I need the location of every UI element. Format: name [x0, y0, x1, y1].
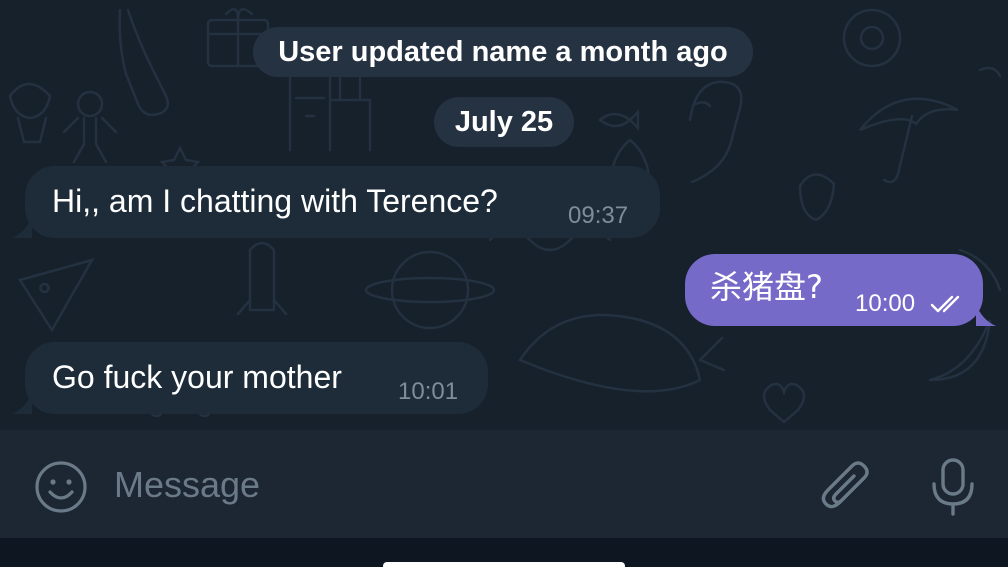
bubble-tail: [12, 216, 32, 238]
message-composer: [0, 430, 1008, 538]
voice-record-button[interactable]: [928, 456, 978, 518]
double-check-read-icon: [930, 295, 960, 313]
message-text: 杀猪盘?: [710, 268, 823, 306]
paperclip-icon: [821, 461, 869, 509]
bubble-tail: [12, 392, 32, 414]
message-time: 10:00: [855, 290, 916, 317]
message-text: Go fuck your mother: [52, 359, 342, 395]
incoming-message[interactable]: Go fuck your mother 10:01: [12, 342, 488, 414]
message-text: Hi,, am I chatting with Terence?: [52, 183, 498, 219]
system-navigation-bar: [0, 538, 1008, 567]
attach-button[interactable]: [820, 458, 874, 518]
message-time: 10:01: [398, 378, 459, 405]
microphone-icon: [932, 458, 974, 516]
bubble-tail: [976, 304, 996, 326]
chat-background[interactable]: User updated name a month ago July 25 Hi…: [0, 0, 1008, 430]
chat-screen: User updated name a month ago July 25 Hi…: [0, 0, 1008, 567]
service-message: User updated name a month ago: [253, 27, 753, 77]
message-input[interactable]: [114, 458, 754, 512]
message-time: 09:37: [568, 202, 629, 229]
emoji-button[interactable]: [34, 460, 88, 514]
incoming-message[interactable]: Hi,, am I chatting with Terence? 09:37: [12, 166, 660, 238]
emoji-icon: [35, 461, 87, 513]
outgoing-message[interactable]: 杀猪盘? 10:00: [685, 254, 996, 326]
date-separator: July 25: [434, 97, 574, 147]
gesture-handle[interactable]: [383, 562, 625, 567]
